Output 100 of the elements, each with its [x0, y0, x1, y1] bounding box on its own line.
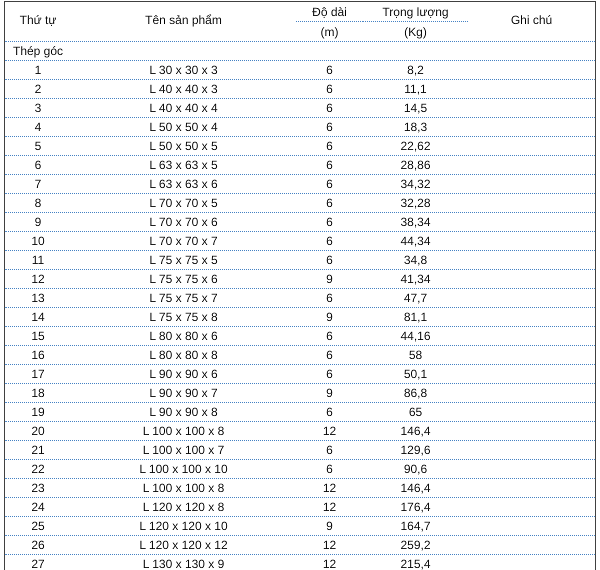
- table-cell-text: 65: [408, 404, 424, 421]
- table-cell-text: 6: [325, 366, 334, 383]
- table-cell-text: L 75 x 75 x 8: [148, 309, 219, 326]
- table-cell-text: 6: [325, 461, 334, 478]
- table-cell-text: 86,8: [402, 385, 428, 402]
- table-cell-text: 41,34: [399, 271, 432, 288]
- table-cell-text: 6: [325, 290, 334, 307]
- table-cell-text: 13: [30, 290, 46, 307]
- table-cell-text: 2: [34, 81, 42, 98]
- table-cell-text: 6: [325, 233, 334, 250]
- column-header: Ghi chú: [510, 12, 554, 28]
- table-cell-text: 20: [30, 423, 46, 440]
- table-cell-text: 17: [30, 366, 46, 383]
- table-cell-text: L 70 x 70 x 7: [148, 233, 219, 250]
- table-cell-text: 25: [30, 518, 46, 535]
- table-cell-text: 6: [325, 157, 334, 174]
- table-cell-text: 38,34: [399, 214, 432, 231]
- table-cell-text: 6: [325, 442, 334, 459]
- table-cell-text: 16: [30, 347, 46, 364]
- table-cell-text: 26: [30, 537, 46, 554]
- column-header: Thứ tự: [18, 12, 58, 28]
- table-cell-text: 12: [30, 271, 46, 288]
- table-cell-text: 90,6: [402, 461, 428, 478]
- table-cell-text: 164,7: [399, 518, 432, 535]
- column-header: Tên sản phẩm: [144, 12, 223, 28]
- table-cell-text: L 120 x 120 x 10: [138, 518, 229, 535]
- table-cell-text: L 80 x 80 x 6: [148, 328, 219, 345]
- table-cell-text: L 30 x 30 x 3: [148, 62, 219, 79]
- table-cell-text: 6: [325, 328, 334, 345]
- unit-label: (Kg): [403, 24, 428, 40]
- table-cell-text: 6: [325, 100, 334, 117]
- table-cell-text: 27: [30, 556, 46, 570]
- column-header: Độ dài: [296, 2, 363, 22]
- table-cell-text: 12: [322, 556, 338, 570]
- table-cell-text: L 70 x 70 x 6: [148, 214, 219, 231]
- table-cell-text: 22,62: [399, 138, 432, 155]
- table-cell-text: 19: [30, 404, 46, 421]
- table-cell-text: 32,28: [399, 195, 432, 212]
- table-cell-text: L 100 x 100 x 7: [142, 442, 226, 459]
- table-cell-text: 22: [30, 461, 46, 478]
- table-cell-text: 6: [325, 252, 334, 269]
- table-cell-text: 18: [30, 385, 46, 402]
- table-cell-text: 24: [30, 499, 46, 516]
- table-cell-text: L 130 x 130 x 9: [142, 556, 226, 570]
- column-header: Trọng lượng: [363, 2, 468, 22]
- table-cell-text: 146,4: [399, 423, 432, 440]
- table-cell-text: L 75 x 75 x 6: [148, 271, 219, 288]
- table-cell-text: 58: [408, 347, 424, 364]
- table-cell-text: L 120 x 120 x 8: [142, 499, 226, 516]
- table-cell-text: L 90 x 90 x 6: [148, 366, 219, 383]
- unit-label: (m): [320, 24, 340, 40]
- table-cell-text: 6: [325, 138, 334, 155]
- table-cell-text: 11: [30, 252, 46, 269]
- table-cell-text: 6: [325, 195, 334, 212]
- table-cell-text: L 63 x 63 x 6: [148, 176, 219, 193]
- table-cell-text: L 63 x 63 x 5: [148, 157, 219, 174]
- table-cell-text: 129,6: [399, 442, 432, 459]
- table-cell-text: 7: [34, 176, 42, 193]
- table-cell-text: L 75 x 75 x 7: [148, 290, 219, 307]
- table-cell-text: 146,4: [399, 480, 432, 497]
- table-cell-text: 6: [325, 176, 334, 193]
- table-cell-text: 6: [325, 347, 334, 364]
- table-cell-text: 18,3: [402, 119, 428, 136]
- group-label: Thép góc: [12, 43, 64, 60]
- table-cell-text: 34,32: [399, 176, 432, 193]
- table-cell-text: 44,16: [399, 328, 432, 345]
- table-cell-text: 12: [322, 423, 338, 440]
- table-cell-text: 1: [34, 62, 42, 79]
- table-cell-text: 3: [34, 100, 42, 117]
- table-cell-text: 15: [30, 328, 46, 345]
- table-cell-text: L 80 x 80 x 8: [148, 347, 219, 364]
- table-cell-text: 9: [325, 518, 334, 535]
- table-cell-text: 259,2: [399, 537, 432, 554]
- table-cell-text: 215,4: [399, 556, 432, 570]
- table-cell-text: 28,86: [399, 157, 432, 174]
- table-cell-text: L 40 x 40 x 4: [148, 100, 219, 117]
- table-cell-text: L 70 x 70 x 5: [148, 195, 219, 212]
- table-cell-text: 6: [325, 119, 334, 136]
- table-cell-text: 9: [34, 214, 42, 231]
- table-cell-text: L 90 x 90 x 7: [148, 385, 219, 402]
- table-cell-text: 8,2: [406, 62, 425, 79]
- table-cell-text: 14: [30, 309, 46, 326]
- table-cell-text: 6: [34, 157, 42, 174]
- table-cell-text: 12: [322, 480, 338, 497]
- table-cell-text: 12: [322, 499, 338, 516]
- table-cell-text: 6: [325, 81, 334, 98]
- table-cell-text: 34,8: [402, 252, 428, 269]
- table-cell-text: 9: [325, 309, 334, 326]
- table-cell-text: L 100 x 100 x 8: [142, 423, 226, 440]
- table-cell-text: L 120 x 120 x 12: [138, 537, 229, 554]
- table-cell-text: 6: [325, 62, 334, 79]
- table-cell-text: L 90 x 90 x 8: [148, 404, 219, 421]
- table-cell-text: 176,4: [399, 499, 432, 516]
- table-cell-text: L 75 x 75 x 5: [148, 252, 219, 269]
- table-cell-text: L 40 x 40 x 3: [148, 81, 219, 98]
- table-cell-text: 5: [34, 138, 42, 155]
- table-cell-text: L 100 x 100 x 10: [138, 461, 229, 478]
- table-cell-text: L 50 x 50 x 5: [148, 138, 219, 155]
- table-cell-text: 14,5: [402, 100, 428, 117]
- table-cell-text: L 50 x 50 x 4: [148, 119, 219, 136]
